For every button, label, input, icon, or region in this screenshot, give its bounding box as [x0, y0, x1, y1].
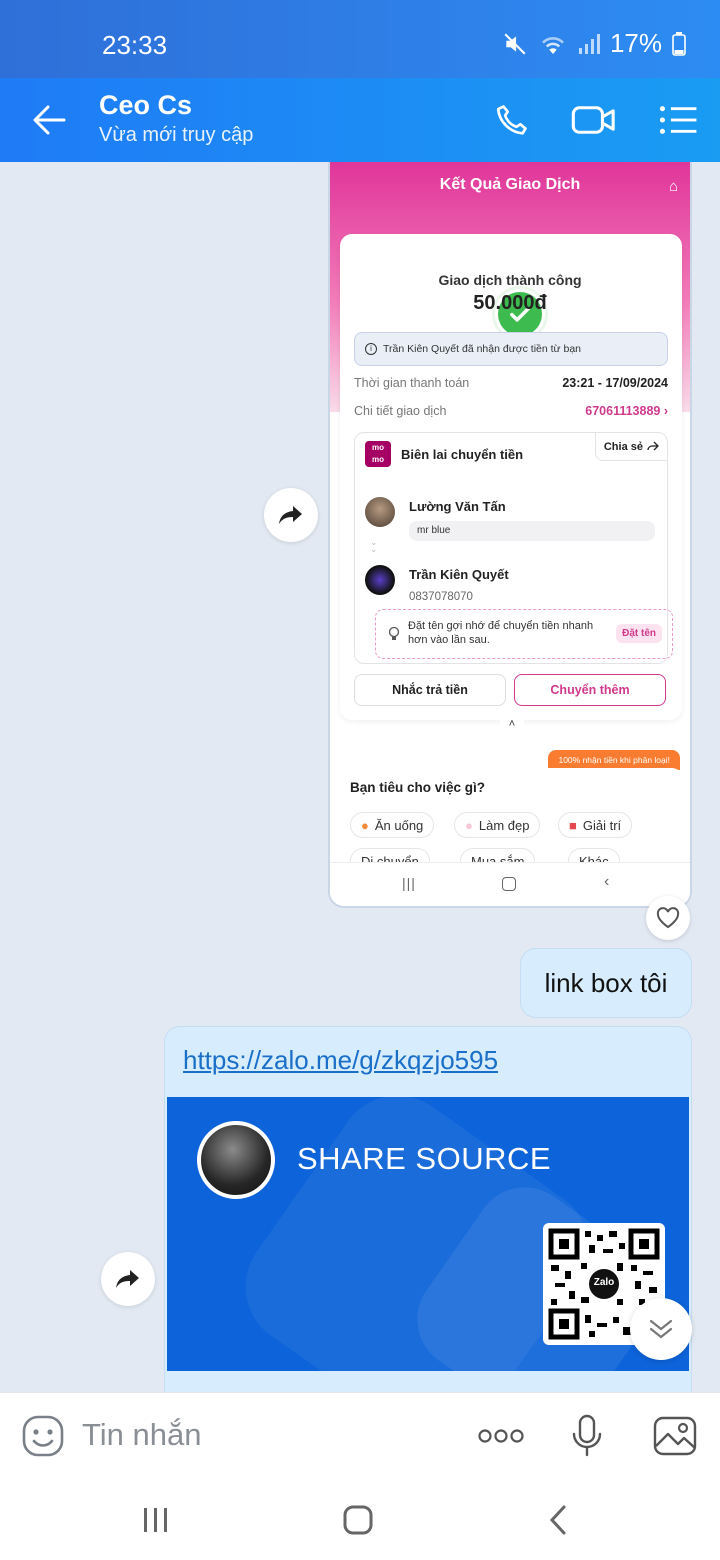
- transaction-detail-label: Chi tiết giao dịch: [354, 404, 447, 418]
- transaction-id: 67061113889: [585, 404, 661, 418]
- receipt-box: mo mo Biên lai chuyển tiền Chia sẻ Lường…: [354, 432, 673, 664]
- back-arrow-icon: ‹: [604, 873, 610, 890]
- sender-note: mr blue: [409, 521, 655, 541]
- payment-time-value: 23:21 - 17/09/2024: [562, 376, 668, 390]
- group-avatar: [197, 1121, 275, 1199]
- list-menu-icon: [659, 106, 697, 134]
- arrow-left-icon: [33, 105, 66, 135]
- spending-question: Bạn tiêu cho việc gì?: [350, 780, 486, 795]
- chip-entertainment: ■ Giải trí: [558, 812, 633, 838]
- group-title: SHARE SOURCE: [297, 1141, 552, 1176]
- scroll-to-bottom-button[interactable]: [630, 1298, 692, 1360]
- info-text: Trần Kiên Quyết đã nhận được tiền từ bạn: [383, 343, 582, 355]
- image-icon: [653, 1416, 697, 1456]
- group-invite-banner[interactable]: SHARE SOURCE Zalo: [167, 1097, 689, 1371]
- beauty-icon: ●: [465, 817, 473, 833]
- options-menu-button[interactable]: [654, 96, 702, 144]
- gallery-button[interactable]: [652, 1413, 698, 1459]
- double-chevron-down-icon: [649, 1319, 673, 1339]
- remind-pay-button: Nhắc trả tiền: [354, 674, 506, 706]
- video-camera-icon: [571, 106, 615, 134]
- transaction-detail-row: Chi tiết giao dịch 67061113889 ›: [354, 404, 668, 418]
- sender-name: Lường Văn Tấn: [409, 499, 506, 514]
- wifi-icon: [542, 36, 564, 54]
- group-link[interactable]: https://zalo.me/g/zkqzjo595: [183, 1045, 498, 1076]
- message-input-bar: Tin nhắn: [0, 1392, 720, 1478]
- status-time: 23:33: [102, 30, 168, 60]
- transfer-chevrons-icon: ⌄ ⌄: [370, 537, 378, 554]
- recent-apps-button[interactable]: [134, 1498, 178, 1542]
- share-arrow-icon: [647, 441, 659, 451]
- food-icon: ●: [361, 817, 369, 833]
- nickname-tip: Đặt tên gợi nhớ để chuyển tiền nhanh hơn…: [375, 609, 673, 659]
- recents-icon: [144, 1508, 167, 1532]
- receiver-avatar: [365, 565, 395, 595]
- battery-icon: [672, 31, 686, 56]
- zalo-logo: Zalo: [593, 1277, 615, 1288]
- contact-status: Vừa mới truy cập: [99, 124, 254, 146]
- back-nav-button[interactable]: [536, 1498, 580, 1542]
- mute-icon: [504, 32, 526, 55]
- heart-icon: [656, 907, 680, 929]
- image-message[interactable]: Kết Quả Giao Dịch ⌂ Giao dịch thành công…: [328, 162, 692, 908]
- payment-time-row: Thời gian thanh toán 23:21 - 17/09/2024: [354, 376, 668, 390]
- info-icon: i: [365, 343, 377, 355]
- receipt-title: Biên lai chuyển tiền: [401, 447, 524, 462]
- chat-header: Ceo Cs Vừa mới truy cập: [0, 78, 720, 162]
- video-call-button[interactable]: [570, 96, 618, 144]
- home-icon: ⌂: [668, 178, 678, 195]
- set-name-button: Đặt tên: [616, 624, 662, 643]
- forward-arrow-icon: [116, 1270, 139, 1288]
- contact-name[interactable]: Ceo Cs: [99, 90, 192, 121]
- home-square-icon: [343, 1505, 373, 1535]
- send-more-button: Chuyển thêm: [514, 674, 666, 706]
- sticker-button[interactable]: [20, 1413, 66, 1459]
- microphone-icon: [572, 1414, 602, 1457]
- forward-button[interactable]: [264, 488, 318, 542]
- battery-percent: 17%: [609, 28, 662, 58]
- home-button[interactable]: [336, 1498, 380, 1542]
- momo-screen-title: Kết Quả Giao Dịch: [439, 176, 581, 193]
- receiver-phone: 0837078070: [409, 591, 473, 603]
- promo-tag: 100% nhận tiền khi phân loại!: [548, 750, 680, 770]
- more-options-button[interactable]: [476, 1413, 526, 1459]
- transaction-amount: 50.000đ: [473, 292, 547, 314]
- momo-logo: mo mo: [365, 441, 391, 467]
- transaction-status: Giao dịch thành công: [438, 272, 582, 288]
- forward-link-button[interactable]: [101, 1252, 155, 1306]
- sender-avatar: [365, 497, 395, 527]
- receiver-name: Trần Kiên Quyết: [409, 567, 509, 582]
- more-dots-icon: [478, 1429, 524, 1443]
- smiley-icon: [22, 1415, 64, 1457]
- chevron-left-icon: [549, 1505, 566, 1535]
- recents-icon: |||: [402, 875, 416, 891]
- voice-call-button[interactable]: [488, 96, 536, 144]
- info-notice: i Trần Kiên Quyết đã nhận được tiền từ b…: [354, 332, 668, 366]
- chip-beauty: ● Làm đẹp: [454, 812, 541, 838]
- chevron-up-icon: ˄: [500, 718, 524, 734]
- signal-icon: [578, 33, 600, 54]
- chat-area[interactable]: Kết Quả Giao Dịch ⌂ Giao dịch thành công…: [0, 162, 720, 1392]
- system-navigation-bar: [0, 1478, 720, 1560]
- payment-time-label: Thời gian thanh toán: [354, 376, 470, 390]
- home-button-icon: [502, 877, 516, 891]
- tip-text: Đặt tên gợi nhớ để chuyển tiền nhanh hơn…: [408, 620, 594, 646]
- ticket-icon: ■: [569, 817, 577, 833]
- message-bubble[interactable]: link box tôi: [520, 948, 692, 1018]
- message-input[interactable]: Tin nhắn: [82, 1417, 202, 1453]
- share-button: Chia sẻ: [594, 433, 667, 461]
- status-bar: 23:33 17%: [0, 0, 720, 78]
- screenshot-nav-bar: ||| ‹: [330, 862, 690, 906]
- lightbulb-icon: [388, 626, 400, 640]
- phone-icon: [496, 105, 527, 135]
- voice-record-button[interactable]: [564, 1413, 610, 1459]
- link-message[interactable]: https://zalo.me/g/zkqzjo595 SHARE SOURCE: [164, 1026, 692, 1392]
- back-button[interactable]: [28, 98, 72, 142]
- forward-arrow-icon: [279, 506, 302, 524]
- like-reaction-button[interactable]: [646, 896, 690, 940]
- chip-eat: ● Ăn uống: [350, 812, 435, 838]
